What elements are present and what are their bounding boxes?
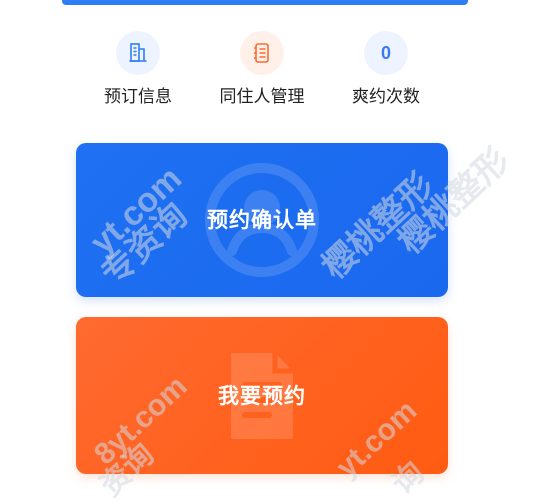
missed-count-badge: 0 — [364, 31, 408, 75]
notebook-icon — [253, 43, 269, 63]
co-resident-management-button[interactable]: 同住人管理 — [200, 31, 324, 111]
missed-appointments-label: 爽约次数 — [352, 87, 420, 107]
notebook-icon-wrap — [240, 31, 284, 75]
building-icon — [129, 43, 147, 62]
quick-actions-row: 预订信息 同住人管理 0 爽约次数 — [76, 31, 448, 111]
top-header-strip — [62, 0, 468, 5]
booking-info-label: 预订信息 — [104, 87, 172, 107]
building-icon-wrap — [116, 31, 160, 75]
booking-info-button[interactable]: 预订信息 — [76, 31, 200, 111]
make-booking-label: 我要预约 — [218, 384, 306, 408]
make-booking-card[interactable]: 我要预约 — [76, 317, 448, 474]
booking-confirmation-card[interactable]: 预约确认单 — [76, 143, 448, 297]
booking-confirmation-label: 预约确认单 — [207, 208, 317, 232]
missed-appointments-button[interactable]: 0 爽约次数 — [324, 31, 448, 111]
co-resident-management-label: 同住人管理 — [219, 87, 305, 107]
missed-count-value: 0 — [380, 42, 391, 63]
